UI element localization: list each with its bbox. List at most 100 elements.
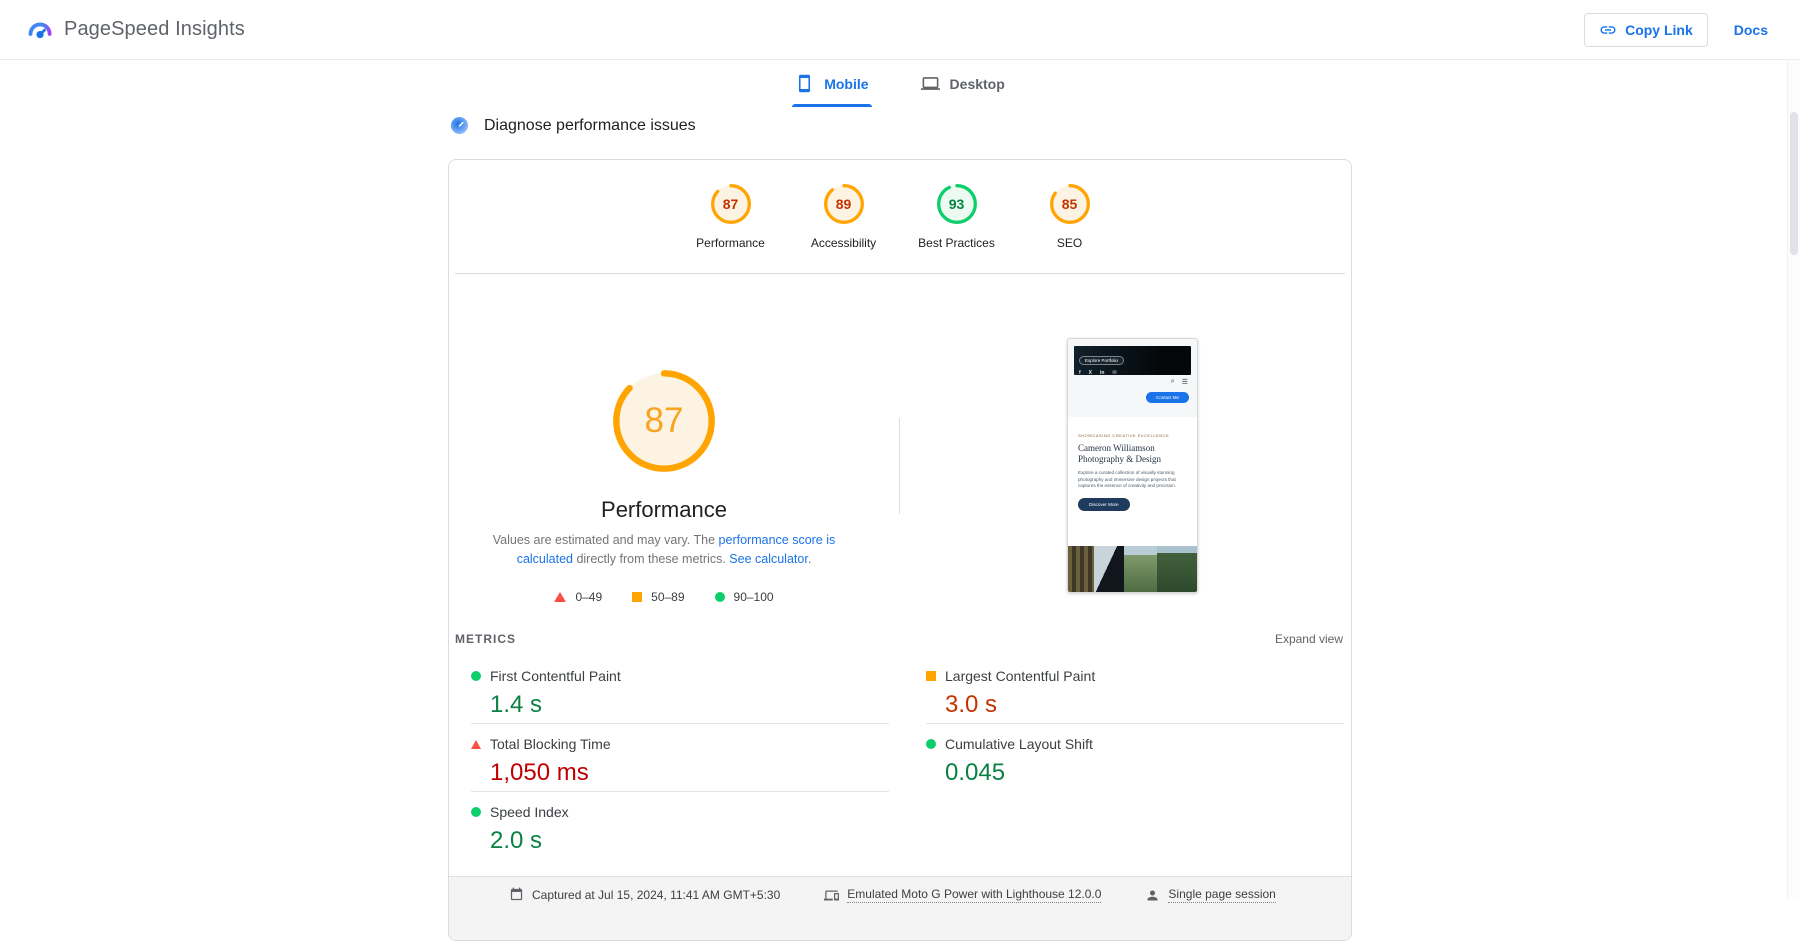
speedometer-icon [450,116,469,135]
devices-icon [824,888,839,903]
metric-speed-index: Speed Index 2.0 s [471,792,889,860]
preview-site-header: Explore Portfolio f X in ✉ [1074,346,1191,375]
metric-name: Largest Contentful Paint [945,668,1095,684]
metric-name: First Contentful Paint [490,668,621,684]
collage-photo [1068,546,1094,592]
metric-value: 3.0 s [945,691,1344,719]
app-title: PageSpeed Insights [64,18,245,41]
score-disclaimer: Values are estimated and may vary. The p… [469,531,859,569]
pagespeed-logo-icon [26,16,53,43]
performance-score-gauge: 87 [709,182,753,226]
legend-average: 50–89 [632,590,684,604]
collage-photo [1094,546,1124,592]
good-circle-icon [715,592,725,602]
metric-value: 0.045 [945,759,1344,787]
disclaimer-text: directly from these metrics. [573,552,729,566]
site-preview-thumbnail[interactable]: Explore Portfolio f X in ✉ ⌕ ☰ Contact M… [1067,338,1198,593]
scrollbar-thumb[interactable] [1790,112,1798,255]
expand-view-button[interactable]: Expand view [1275,632,1343,646]
metrics-column-left: First Contentful Paint 1.4 s Total Block… [471,656,889,860]
category-seo[interactable]: 85 SEO [1013,182,1126,250]
collage-photo [1157,546,1197,592]
metric-name: Cumulative Layout Shift [945,736,1093,752]
metric-name: Speed Index [490,804,569,820]
tab-desktop-label: Desktop [950,76,1005,92]
preview-eyebrow: SHOWCASING CREATIVE EXCELLENCE [1078,433,1187,438]
linkedin-icon: in [1100,370,1104,376]
category-performance[interactable]: 87 Performance [674,182,787,250]
seo-score-value: 85 [1048,182,1092,226]
menu-icon: ☰ [1182,378,1188,386]
scrollbar-track [1787,0,1800,900]
category-best-practices[interactable]: 93 Best Practices [900,182,1013,250]
disclaimer-text: . [808,552,811,566]
diagnose-section-header: Diagnose performance issues [450,116,696,135]
smartphone-icon [795,74,814,93]
legend-fail-range: 0–49 [575,590,602,604]
main-performance-gauge: 87 [609,366,719,476]
performance-score-label: Performance [696,236,765,250]
legend-good: 90–100 [715,590,774,604]
best-practices-score-label: Best Practices [918,236,995,250]
metric-value: 1,050 ms [490,759,889,787]
copy-link-button[interactable]: Copy Link [1584,13,1708,47]
gauge-title: Performance [449,497,879,523]
metric-value: 2.0 s [490,827,889,855]
score-legend: 0–49 50–89 90–100 [449,590,879,604]
device-tabs: Mobile Desktop [0,60,1800,107]
preview-cta-button: Discover More [1078,498,1130,511]
metric-largest-contentful-paint: Largest Contentful Paint 3.0 s [926,656,1344,724]
seo-score-gauge: 85 [1048,182,1092,226]
preview-hero: Explore Portfolio f X in ✉ ⌕ ☰ Contact M… [1068,339,1197,417]
seo-score-label: SEO [1057,236,1082,250]
accessibility-score-label: Accessibility [811,236,876,250]
good-circle-icon [471,807,481,817]
category-accessibility[interactable]: 89 Accessibility [787,182,900,250]
divider [455,273,1345,274]
average-square-icon [632,592,642,602]
docs-link[interactable]: Docs [1734,22,1768,38]
emulation-info[interactable]: Emulated Moto G Power with Lighthouse 12… [824,887,1101,903]
session-info[interactable]: Single page session [1145,887,1275,903]
good-circle-icon [926,739,936,749]
metrics-title: METRICS [455,632,516,646]
main-performance-score: 87 [609,366,719,476]
report-card: 87 Performance 89 Accessibility 93 Best … [448,159,1352,941]
preview-contact-button: Contact Me [1146,392,1189,403]
legend-average-range: 50–89 [651,590,684,604]
see-calculator-link[interactable]: See calculator [729,552,808,566]
metric-cumulative-layout-shift: Cumulative Layout Shift 0.045 [926,724,1344,792]
preview-content: SHOWCASING CREATIVE EXCELLENCE Cameron W… [1068,417,1197,511]
copy-link-label: Copy Link [1625,22,1693,38]
x-icon: X [1089,370,1092,376]
average-square-icon [926,671,936,681]
divider [899,418,900,514]
tab-mobile[interactable]: Mobile [792,60,871,107]
capture-info-bar: Captured at Jul 15, 2024, 11:41 AM GMT+5… [449,876,1351,941]
capture-timestamp-text: Captured at Jul 15, 2024, 11:41 AM GMT+5… [532,888,780,902]
metric-first-contentful-paint: First Contentful Paint 1.4 s [471,656,889,724]
emulation-info-text[interactable]: Emulated Moto G Power with Lighthouse 12… [847,887,1101,903]
session-info-text[interactable]: Single page session [1168,887,1275,903]
performance-score-value: 87 [709,182,753,226]
metric-total-blocking-time: Total Blocking Time 1,050 ms [471,724,889,792]
preview-heading: Cameron Williamson Photography & Design [1078,443,1187,464]
good-circle-icon [471,671,481,681]
accessibility-score-value: 89 [822,182,866,226]
person-icon [1145,888,1160,903]
metric-name: Total Blocking Time [490,736,611,752]
fail-triangle-icon [554,592,566,602]
collage-photo [1124,546,1157,592]
search-icon: ⌕ [1171,378,1175,386]
preview-photo-collage [1068,546,1197,592]
link-icon [1599,21,1617,39]
preview-social-icons: f X in ✉ [1079,370,1186,376]
tab-desktop[interactable]: Desktop [918,60,1008,107]
preview-badge: Explore Portfolio [1079,356,1124,365]
preview-nav: ⌕ ☰ [1171,378,1188,386]
app-header: PageSpeed Insights Copy Link Docs [0,0,1800,60]
fail-triangle-icon [471,740,481,749]
mail-icon: ✉ [1112,370,1116,376]
laptop-icon [921,74,940,93]
category-scores-row: 87 Performance 89 Accessibility 93 Best … [449,182,1351,250]
